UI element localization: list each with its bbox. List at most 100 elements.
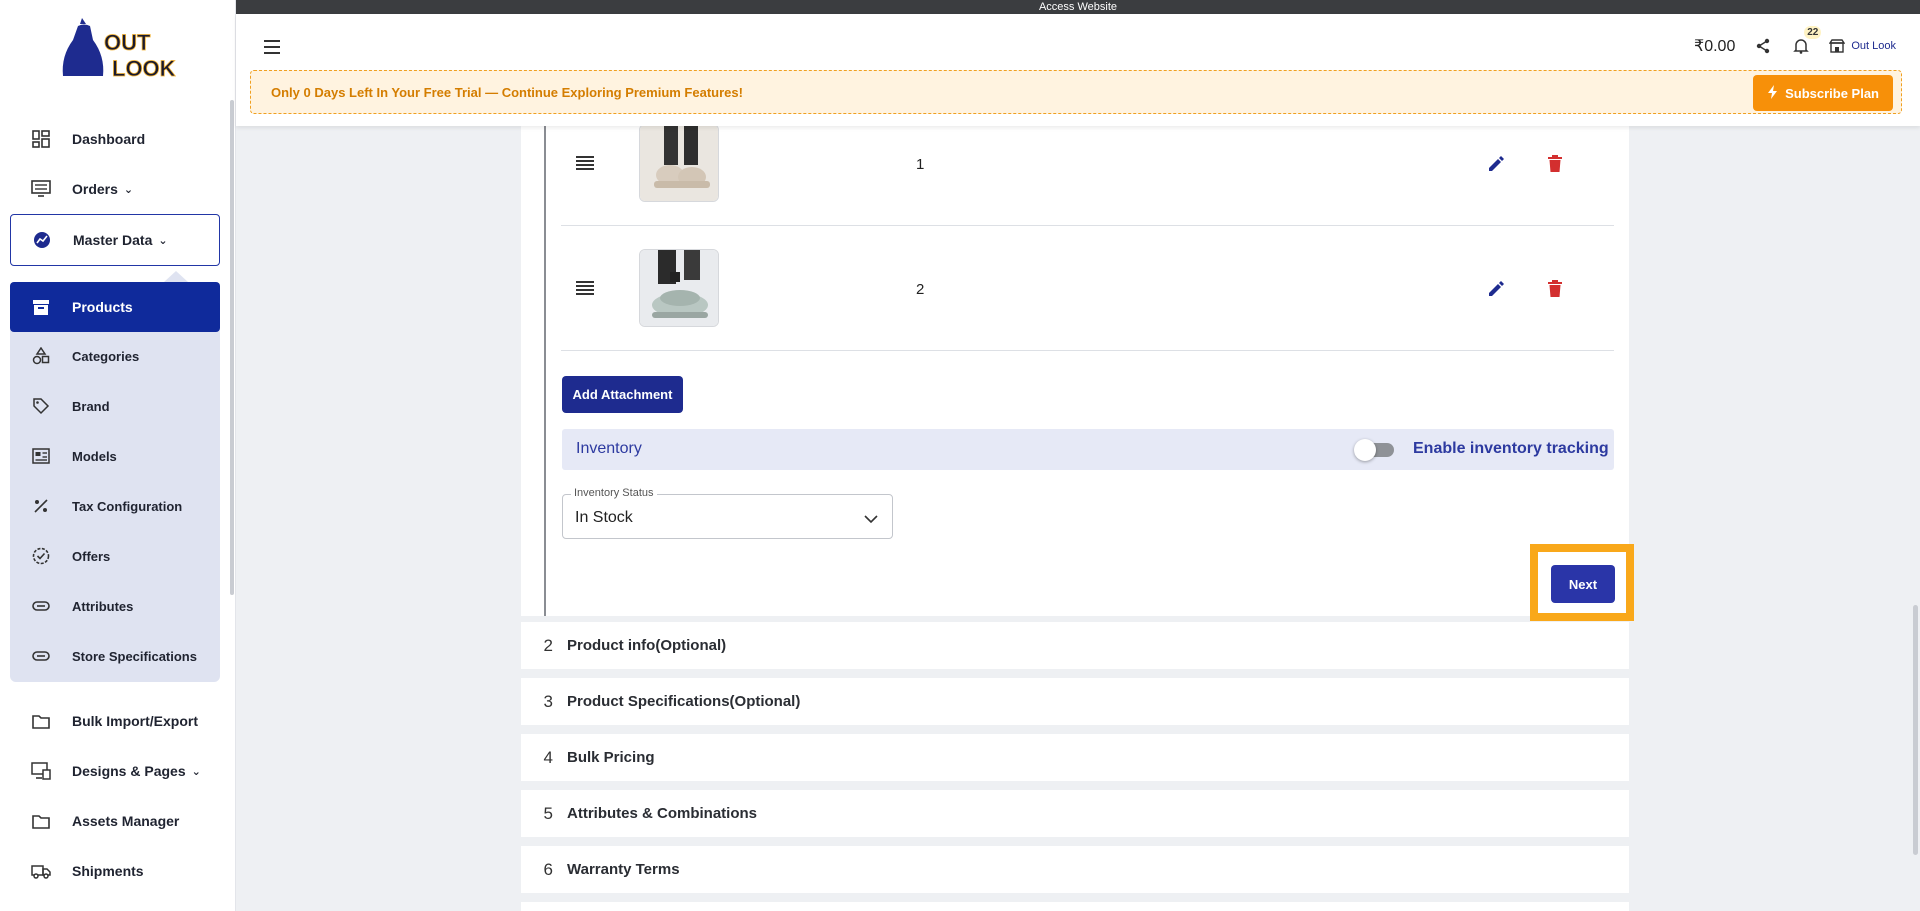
notification-count: 22 — [1804, 26, 1822, 39]
sidebar-item-label: Bulk Import/Export — [72, 713, 199, 729]
header-actions: ₹0.00 22 Out Look — [1694, 26, 1896, 56]
step-connector-line — [544, 126, 546, 616]
specifications-icon — [30, 645, 52, 667]
sidebar-item-brand[interactable]: Brand — [10, 382, 220, 430]
step-number: 6 — [543, 859, 553, 879]
sidebar-item-label: Dashboard — [72, 131, 146, 147]
attachment-index: 2 — [916, 281, 925, 298]
attributes-icon — [30, 595, 52, 617]
folder-icon — [30, 710, 52, 732]
sidebar-item-label: Tax Configuration — [72, 498, 183, 514]
attachment-thumbnail[interactable] — [639, 124, 719, 202]
subscribe-plan-button[interactable]: Subscribe Plan — [1753, 75, 1893, 111]
delete-icon[interactable] — [1547, 280, 1563, 298]
delete-icon[interactable] — [1547, 155, 1563, 173]
inventory-status-select[interactable]: Inventory Status In Stock — [562, 487, 893, 539]
tag-icon — [30, 395, 52, 417]
sidebar-item-label: Offers — [72, 548, 111, 564]
page-scrollbar[interactable] — [1913, 605, 1918, 855]
lightning-icon — [1767, 84, 1779, 102]
products-icon — [30, 296, 52, 318]
trial-banner-text: Only 0 Days Left In Your Free Trial — Co… — [271, 84, 743, 100]
sidebar: OUT LOOK Dashboard Orders ⌄ Master Data … — [0, 0, 236, 911]
step-next-collapsed[interactable] — [521, 902, 1629, 911]
sidebar-item-attributes[interactable]: Attributes — [10, 582, 220, 630]
sidebar-item-shipments[interactable]: Shipments — [10, 847, 220, 895]
trial-banner: Only 0 Days Left In Your Free Trial — Co… — [250, 70, 1902, 114]
master-data-icon — [31, 229, 53, 251]
sidebar-item-products[interactable]: Products — [10, 282, 220, 332]
edit-icon[interactable] — [1487, 280, 1505, 298]
store-name: Out Look — [1851, 40, 1896, 52]
store-icon — [1829, 39, 1846, 53]
sidebar-item-label: Products — [72, 299, 133, 315]
submenu-caret — [164, 271, 188, 282]
svg-text:LOOK: LOOK — [112, 56, 176, 81]
step-title: Product info(Optional) — [567, 637, 727, 654]
sidebar-item-orders[interactable]: Orders ⌄ — [10, 165, 220, 213]
logo[interactable]: OUT LOOK — [60, 14, 178, 84]
sidebar-item-label: Master Data — [73, 232, 153, 248]
share-icon[interactable] — [1753, 36, 1773, 56]
sidebar-item-label: Models — [72, 448, 117, 464]
wallet-balance[interactable]: ₹0.00 — [1694, 36, 1735, 56]
drag-handle-icon[interactable] — [576, 156, 594, 170]
sidebar-item-label: Store Specifications — [72, 648, 197, 664]
sidebar-item-offers[interactable]: Offers — [10, 532, 220, 580]
notification-bell-icon[interactable]: 22 — [1791, 26, 1822, 56]
inventory-tracking-toggle[interactable] — [1354, 439, 1398, 461]
sidebar-item-tax-configuration[interactable]: Tax Configuration — [10, 482, 220, 530]
step-warranty-terms[interactable]: 6 Warranty Terms — [521, 846, 1629, 893]
edit-icon[interactable] — [1487, 155, 1505, 173]
step-bulk-pricing[interactable]: 4 Bulk Pricing — [521, 734, 1629, 781]
attachment-thumbnail[interactable] — [639, 249, 719, 327]
step-title: Bulk Pricing — [567, 749, 655, 766]
inventory-tracking-label: Enable inventory tracking — [1413, 440, 1609, 457]
step-number: 2 — [543, 635, 553, 655]
dashboard-icon — [30, 128, 52, 150]
folder-icon — [30, 810, 52, 832]
menu-icon[interactable] — [264, 40, 280, 54]
chevron-down-icon — [864, 511, 878, 524]
sidebar-item-designs-pages[interactable]: Designs & Pages ⌄ — [10, 747, 220, 795]
sidebar-item-categories[interactable]: Categories — [10, 332, 220, 380]
add-attachment-button[interactable]: Add Attachment — [562, 376, 683, 413]
step-product-info[interactable]: 2 Product info(Optional) — [521, 622, 1629, 669]
access-website-link[interactable]: Access Website — [236, 0, 1920, 14]
inventory-title: Inventory — [576, 440, 642, 457]
truck-icon — [30, 860, 52, 882]
store-switcher[interactable]: Out Look — [1829, 38, 1896, 54]
sidebar-item-label: Designs & Pages — [72, 763, 186, 779]
sidebar-item-store-specifications[interactable]: Store Specifications — [10, 632, 220, 680]
step-number: 4 — [543, 747, 553, 767]
sidebar-item-assets-manager[interactable]: Assets Manager — [10, 797, 220, 845]
chevron-down-icon: ⌄ — [123, 183, 134, 196]
top-header: ₹0.00 22 Out Look Only 0 Days Left In Yo… — [236, 14, 1920, 126]
sidebar-item-label: Attributes — [72, 598, 134, 614]
sidebar-item-models[interactable]: Models — [10, 432, 220, 480]
attachment-row: 2 — [561, 227, 1614, 351]
chevron-down-icon: ⌄ — [191, 765, 201, 778]
inventory-status-label: Inventory Status — [571, 487, 657, 499]
categories-icon — [30, 345, 52, 367]
step-title: Attributes & Combinations — [567, 805, 757, 822]
sidebar-item-master-data[interactable]: Master Data ⌄ — [10, 214, 220, 266]
sidebar-scrollbar[interactable] — [230, 100, 234, 595]
offers-icon — [30, 545, 52, 567]
designs-icon — [30, 760, 52, 782]
step-product-specifications[interactable]: 3 Product Specifications(Optional) — [521, 678, 1629, 725]
drag-handle-icon[interactable] — [576, 281, 594, 295]
sidebar-item-bulk-import-export[interactable]: Bulk Import/Export — [10, 697, 220, 745]
orders-icon — [30, 178, 52, 200]
subscribe-plan-label: Subscribe Plan — [1785, 85, 1879, 101]
percent-icon — [30, 495, 52, 517]
models-icon — [30, 445, 52, 467]
sidebar-item-dashboard[interactable]: Dashboard — [10, 115, 220, 163]
next-button[interactable]: Next — [1551, 565, 1615, 603]
step-number: 5 — [543, 803, 553, 823]
sidebar-item-label: Categories — [72, 348, 140, 364]
sidebar-item-label: Shipments — [72, 863, 144, 879]
inventory-status-value: In Stock — [575, 509, 633, 526]
step-attributes-combinations[interactable]: 5 Attributes & Combinations — [521, 790, 1629, 837]
step-number: 3 — [543, 691, 553, 711]
